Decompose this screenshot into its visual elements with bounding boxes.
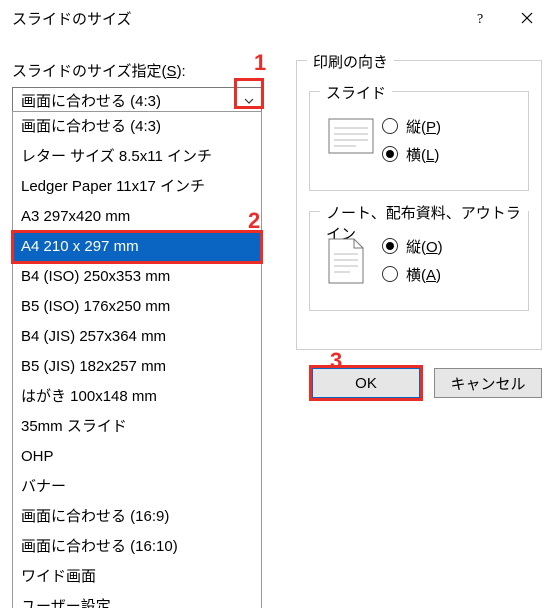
size-dropdown-list[interactable]: 画面に合わせる (4:3)レター サイズ 8.5x11 インチLedger Pa…	[12, 111, 262, 608]
slides-radios: 縦(P) 横(L)	[382, 112, 441, 168]
notes-portrait-label: 縦(O)	[406, 236, 443, 257]
size-option[interactable]: B5 (JIS) 182x257 mm	[13, 352, 261, 382]
svg-text:?: ?	[477, 12, 483, 25]
size-option[interactable]: 画面に合わせる (4:3)	[13, 112, 261, 142]
page-landscape-icon	[328, 118, 368, 164]
size-label-pre: スライドのサイズ指定(	[12, 63, 167, 80]
size-combo-dropdown-button[interactable]	[237, 88, 261, 113]
dialog-body: スライドのサイズ指定(S): 画面に合わせる (4:3) 画面に合わせる (4:…	[0, 36, 558, 608]
size-option[interactable]: ユーザー設定	[13, 592, 261, 608]
size-option[interactable]: OHP	[13, 442, 261, 472]
slides-landscape-radio[interactable]: 横(L)	[382, 140, 441, 168]
radio-icon	[382, 146, 398, 162]
page-portrait-icon	[328, 238, 368, 284]
slides-portrait-radio[interactable]: 縦(P)	[382, 112, 441, 140]
size-option[interactable]: 画面に合わせる (16:9)	[13, 502, 261, 532]
ok-button[interactable]: OK	[312, 368, 420, 398]
size-option[interactable]: A4 210 x 297 mm	[13, 232, 261, 262]
radio-icon	[382, 266, 398, 282]
size-label-post: ):	[177, 63, 186, 80]
cancel-button[interactable]: キャンセル	[434, 368, 542, 398]
size-option[interactable]: 35mm スライド	[13, 412, 261, 442]
slides-landscape-label: 横(L)	[406, 144, 439, 165]
titlebar: スライドのサイズ ?	[0, 0, 558, 36]
size-option[interactable]: B4 (ISO) 250x353 mm	[13, 262, 261, 292]
notes-orientation-group: ノート、配布資料、アウトライン 縦(O)	[309, 211, 529, 311]
size-combo-value: 画面に合わせる (4:3)	[13, 90, 237, 111]
size-option[interactable]: はがき 100x148 mm	[13, 382, 261, 412]
radio-icon	[382, 238, 398, 254]
size-section: スライドのサイズ指定(S): 画面に合わせる (4:3)	[12, 60, 274, 114]
size-option[interactable]: Ledger Paper 11x17 インチ	[13, 172, 261, 202]
slides-portrait-label: 縦(P)	[406, 116, 441, 137]
help-button[interactable]: ?	[458, 2, 504, 34]
size-option[interactable]: B5 (ISO) 176x250 mm	[13, 292, 261, 322]
slides-orientation-group: スライド 縦(P)	[309, 91, 529, 191]
size-combo[interactable]: 画面に合わせる (4:3)	[12, 87, 262, 114]
size-option[interactable]: ワイド画面	[13, 562, 261, 592]
notes-landscape-radio[interactable]: 横(A)	[382, 260, 443, 288]
window-title: スライドのサイズ	[12, 8, 458, 29]
size-option[interactable]: バナー	[13, 472, 261, 502]
notes-landscape-label: 横(A)	[406, 264, 441, 285]
ok-button-label: OK	[355, 375, 377, 392]
size-option[interactable]: 画面に合わせる (16:10)	[13, 532, 261, 562]
size-option[interactable]: A3 297x420 mm	[13, 202, 261, 232]
button-bar: OK キャンセル	[296, 368, 542, 398]
size-option[interactable]: B4 (JIS) 257x364 mm	[13, 322, 261, 352]
radio-icon	[382, 118, 398, 134]
notes-portrait-radio[interactable]: 縦(O)	[382, 232, 443, 260]
size-label-accel: S	[167, 63, 177, 80]
close-button[interactable]	[504, 2, 550, 34]
size-label: スライドのサイズ指定(S):	[12, 60, 274, 81]
notes-radios: 縦(O) 横(A)	[382, 232, 443, 288]
orientation-group-title: 印刷の向き	[307, 51, 394, 72]
cancel-button-label: キャンセル	[450, 373, 525, 394]
slides-group-title: スライド	[320, 82, 392, 103]
orientation-group: 印刷の向き スライド 縦(P)	[296, 60, 542, 350]
dialog-window: スライドのサイズ ? スライドのサイズ指定(S): 画面に合わせる (4:3)	[0, 0, 558, 608]
size-option[interactable]: レター サイズ 8.5x11 インチ	[13, 142, 261, 172]
